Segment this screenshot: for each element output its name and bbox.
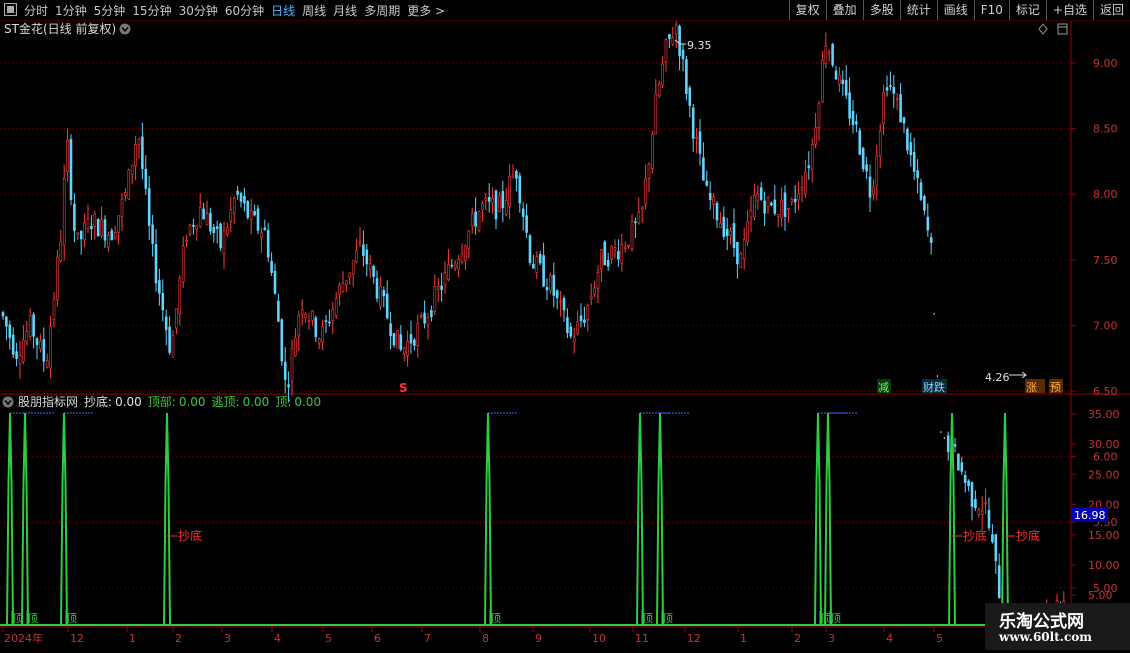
svg-text:涨: 涨 [1026,381,1037,394]
period-tab[interactable]: 30分钟 [179,2,218,19]
event-tag[interactable]: 减 [877,379,891,394]
indicator-dropdown-icon[interactable] [2,396,14,408]
date-tick: 8 [482,632,489,645]
price-tick: 8.00 [1093,188,1118,201]
period-tabs: 分时 1分钟 5分钟 15分钟 30分钟 60分钟 日线 周线 月线 多周期 更多 > [24,0,452,20]
candlestick-series [1,10,1066,653]
current-value-badge: 16.98 [1074,509,1106,522]
period-tab[interactable]: 月线 [333,2,357,19]
event-tag[interactable]: 财跌 [922,379,947,394]
date-tick: 1 [129,632,136,645]
diamond-icon[interactable] [1038,23,1048,35]
date-tick: 2 [175,632,182,645]
indicator-tick: 30.00 [1088,438,1120,451]
indicator-tick: 25.00 [1088,468,1120,481]
bottom-signal-label: 抄底 [178,528,202,543]
period-tab[interactable]: 60分钟 [225,2,264,19]
svg-text:减: 减 [878,381,889,394]
period-tab[interactable]: 多周期 [364,2,400,19]
watermark-title: 乐淘公式网 [999,612,1084,632]
close-panel-icon[interactable] [1057,23,1068,35]
low-price-label: 4.26 [985,371,1010,384]
price-tick: 6.00 [1093,451,1118,464]
period-toolbar: 分时 1分钟 5分钟 15分钟 30分钟 60分钟 日线 周线 月线 多周期 更多 > 复权 叠加 多股… [0,0,1130,21]
indicator-name: 股朋指标网 [18,394,78,409]
top-signal-label: 顶 [27,612,38,625]
period-tab[interactable]: 分时 [24,2,48,19]
date-tick: 12 [70,632,84,645]
date-tick: 2 [794,632,801,645]
toolbar-button[interactable]: +自选 [1045,0,1093,20]
date-tick: 4 [886,632,893,645]
date-tick: 10 [592,632,606,645]
price-tick: 6.50 [1093,385,1118,398]
toolbar-button[interactable]: 返回 [1092,0,1130,20]
indicator-tick: 10.00 [1088,559,1120,572]
bottom-signal-label: 抄底 [963,528,987,543]
toolbar-button[interactable]: 多股 [862,0,900,20]
period-tab[interactable]: 更多 > [407,2,445,19]
price-tick: 9.00 [1093,57,1118,70]
toolbar-button[interactable]: 叠加 [825,0,863,20]
sell-marker: S [399,381,408,395]
date-axis: 2024年 12 1 2 3 4 5 6 7 8 9 10 11 12 1 2 3 4 5 [2,627,943,645]
top-signal-label: 顶 [66,612,77,625]
date-tick: 12 [687,632,701,645]
top-signal-label: 顶 [490,612,501,625]
price-tick: 7.00 [1093,319,1118,332]
period-tab[interactable]: 日线 [271,2,295,19]
toolbar-button[interactable]: F10 [973,0,1009,20]
date-tick: 1 [740,632,747,645]
date-tick: 9 [535,632,542,645]
bottom-signal-label: 抄底 [1016,528,1040,543]
stock-title: ST金花(日线 前复权) [4,21,116,36]
title-dropdown-icon[interactable] [119,23,131,35]
period-tab[interactable]: 15分钟 [132,2,171,19]
event-tag[interactable]: 预 [1049,379,1063,394]
period-tab[interactable]: 周线 [302,2,326,19]
chart-area: 9.008.508.007.507.006.506.005.505.004.50… [0,10,1130,653]
price-tick: 7.50 [1093,254,1118,267]
date-tick: 4 [274,632,281,645]
watermark: 乐淘公式网 www.60lt.com [985,603,1130,650]
period-tab[interactable]: 5分钟 [94,2,126,19]
toolbar-button[interactable]: 标记 [1008,0,1046,20]
function-buttons: 复权 叠加 多股 统计 画线 F10 标记 +自选 返回 [788,0,1130,20]
date-tick: 11 [635,632,649,645]
svg-text:财跌: 财跌 [923,380,945,394]
high-price-label: 9.35 [687,39,712,52]
top-signal-label: 顶 [642,612,653,625]
date-tick: 7 [424,632,431,645]
date-tick: 5 [936,632,943,645]
price-tick: 8.50 [1093,123,1118,136]
grid-icon[interactable] [4,3,17,16]
date-tick: 3 [224,632,231,645]
toolbar-button[interactable]: 统计 [899,0,937,20]
toolbar-button[interactable]: 复权 [788,0,826,20]
indicator-series: 顶顶顶抄底顶顶顶顶顶抄底 抄底 [0,412,1071,626]
indicator-tick: 35.00 [1088,408,1120,421]
indicator-tick: 5.00 [1088,589,1113,602]
date-tick: 5 [325,632,332,645]
period-tab[interactable]: 1分钟 [55,2,87,19]
top-signal-label: 顶 [662,612,673,625]
watermark-url: www.60lt.com [999,630,1092,644]
date-tick: 6 [374,632,381,645]
toolbar-button[interactable]: 画线 [936,0,974,20]
indicator-axis: 35.0030.0025.0020.0015.0010.005.00 [1071,408,1120,602]
date-tick: 3 [828,632,835,645]
date-tick: 2024年 [4,631,43,645]
svg-text:预: 预 [1050,381,1061,394]
indicator-header: 股朋指标网 抄底: 0.00 顶部: 0.00 逃顶: 0.00 顶: 0.00 [18,394,321,409]
top-signal-label: 顶 [830,612,841,625]
event-tag[interactable]: 涨 [1025,379,1045,394]
indicator-tick: 15.00 [1088,529,1120,542]
